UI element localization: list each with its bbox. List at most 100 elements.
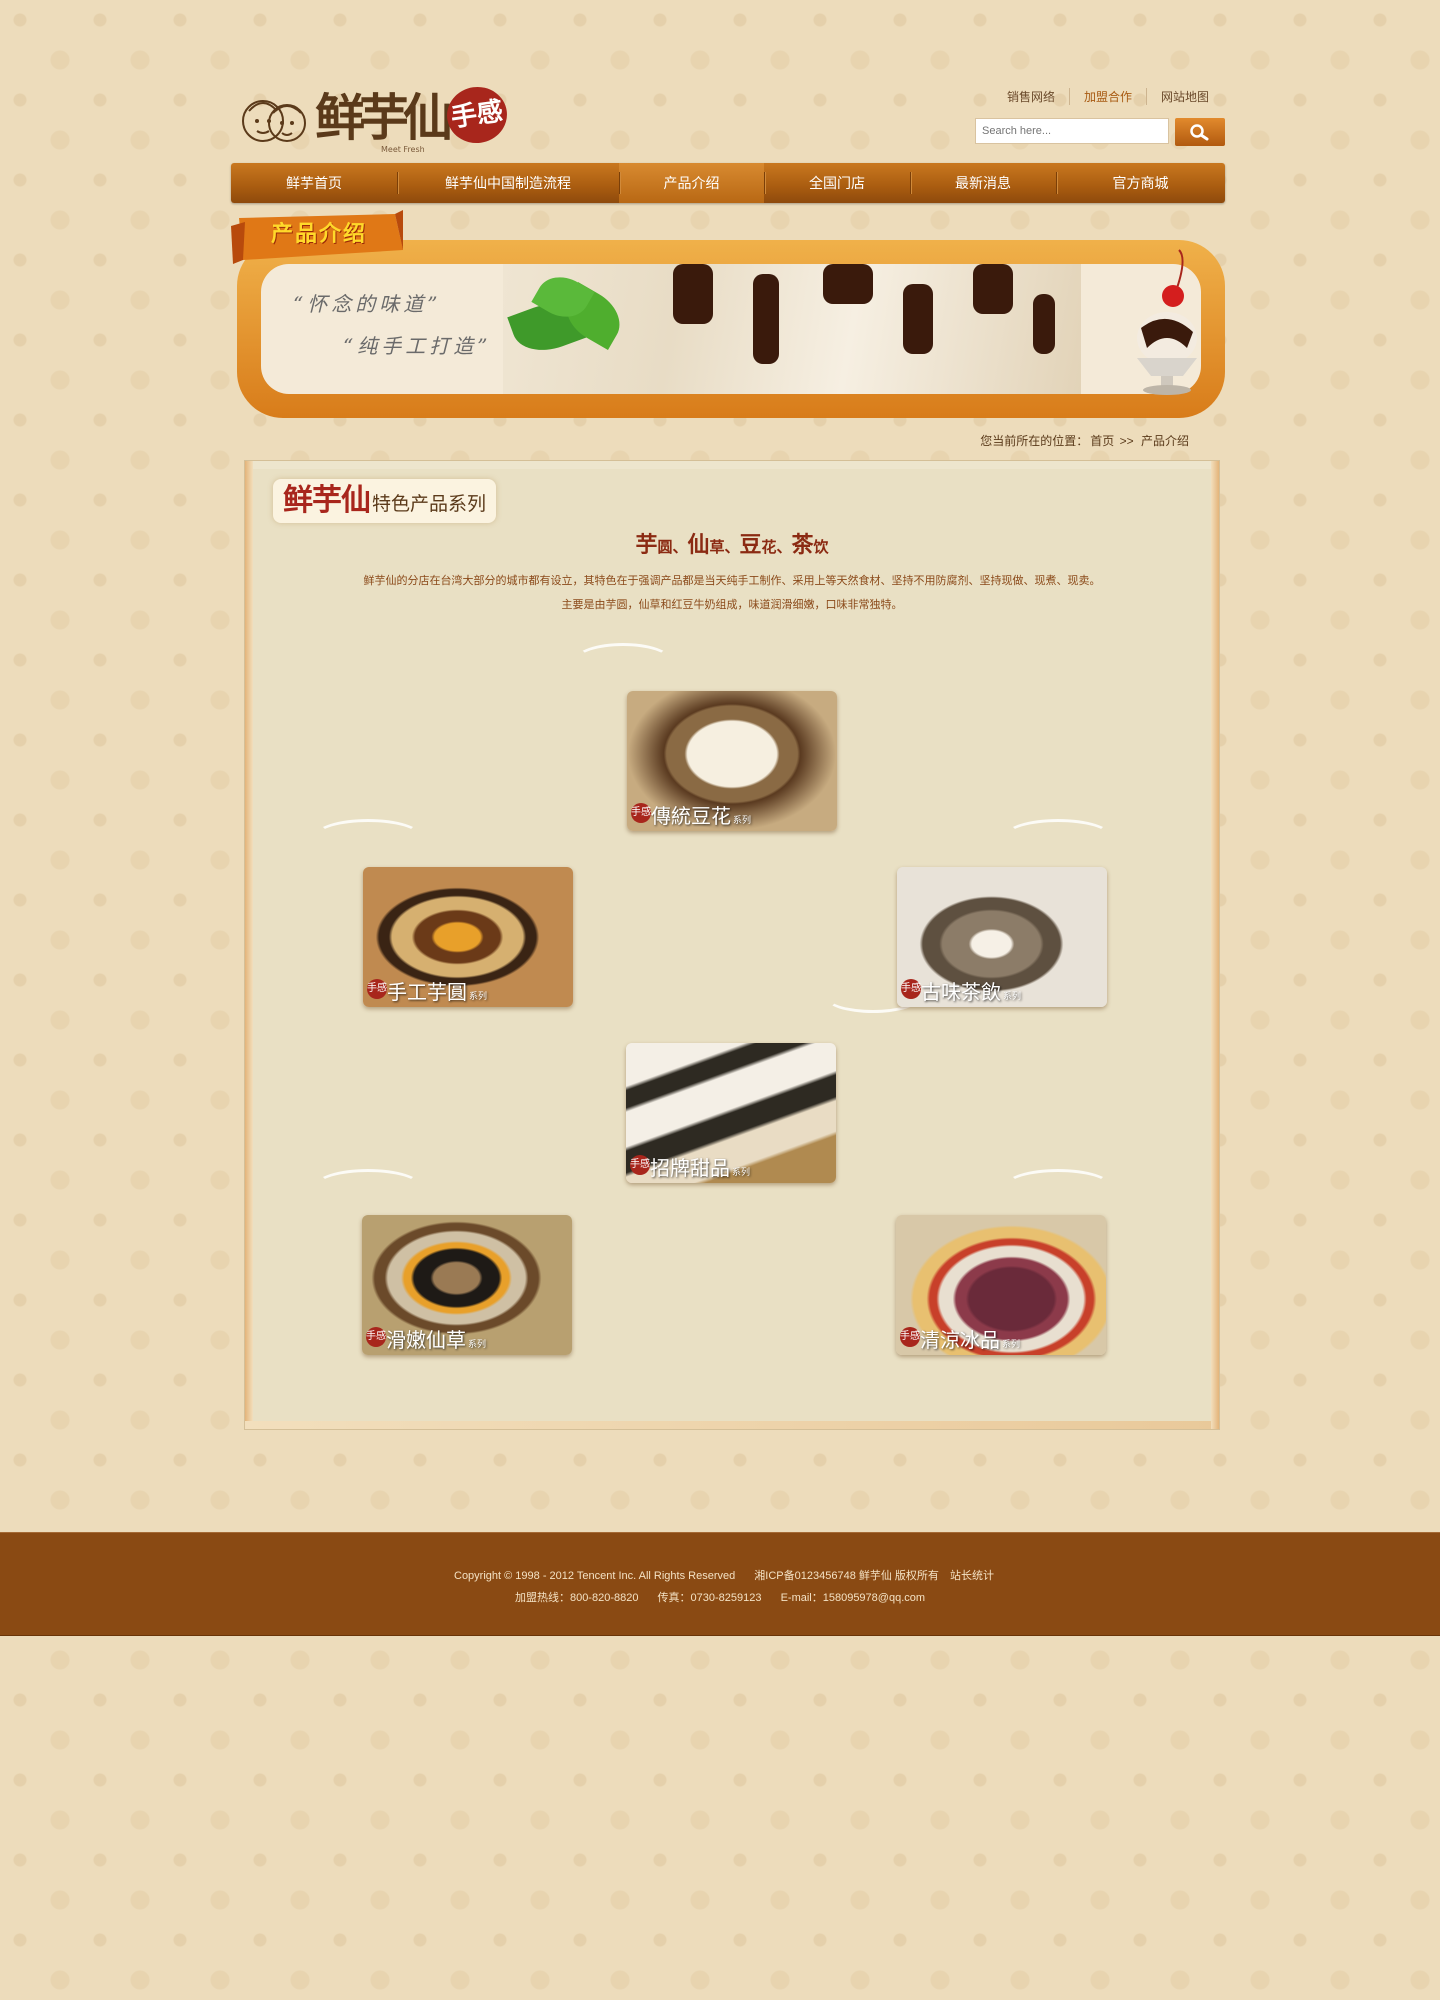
nav-home[interactable]: 鲜芋首页 [231,163,397,203]
section-title: 鲜芋仙 特色产品系列 [273,479,497,523]
banner-slogan-1: “怀念的味道” [293,292,442,316]
product-label: 清涼冰品 系列 [920,1324,1020,1353]
banner-slogan-2: “纯手工打造” [343,334,492,358]
search-box [975,118,1225,146]
top-links: 销售网络 加盟合作 网站地图 [993,88,1223,105]
handmade-seal: 手感 [631,803,651,823]
section-title-brand: 鲜芋仙 [283,483,371,518]
main-nav: 鲜芋首页 鲜芋仙中国制造流程 产品介绍 全国门店 最新消息 官方商城 [231,163,1225,203]
section-description: 鲜芋仙的分店在台湾大部分的城市都有设立，其特色在于强调产品都是当天纯手工制作、采… [245,569,1219,617]
logo-subtext: Meet Fresh [381,145,425,154]
nav-news[interactable]: 最新消息 [910,163,1056,203]
site-logo[interactable]: 鲜芋仙 Meet Fresh 手感 [239,83,511,161]
chocolate-drizzle [823,264,873,304]
grandparents-icon [242,100,306,142]
product-card-taro-ball[interactable]: 手感 手工芋圓 系列 [363,867,573,1007]
logo-text: 鲜芋仙 [315,88,453,147]
breadcrumb-current: 产品介绍 [1140,434,1189,448]
banner-dessert-image [503,264,1081,394]
footer-icp: 湘ICP备0123456748 鲜芋仙 版权所有 [754,1570,939,1582]
subtitle-char: 芋 [635,532,658,558]
footer-hotline: 加盟热线：800-820-8820 [514,1592,639,1604]
search-input[interactable] [975,118,1169,144]
chocolate-drizzle [673,264,713,324]
product-panel: 鲜芋仙 特色产品系列 芋圆、仙草、豆花、茶饮 鲜芋仙的分店在台湾大部分的城市都有… [244,460,1220,1430]
breadcrumb: 您当前所在的位置： 首页 >> 产品介绍 [978,432,1191,449]
handmade-seal: 手感 [901,979,921,999]
search-button[interactable] [1175,118,1225,146]
product-label: 滑嫩仙草 系列 [386,1324,486,1353]
chocolate-drizzle [903,284,933,354]
toplink-franchise[interactable]: 加盟合作 [1068,88,1146,105]
product-suffix: 系列 [469,992,488,1002]
steam-swirl [1005,819,1111,853]
handmade-seal: 手感 [366,1327,386,1347]
product-card-signature-dessert[interactable]: 手感 招牌甜品 系列 [626,1043,836,1183]
product-card-grass-jelly[interactable]: 手感 滑嫩仙草 系列 [362,1215,572,1355]
subtitle-char: 草、 [709,538,740,556]
breadcrumb-separator: >> [1119,434,1134,448]
footer-copyright: Copyright © 1998 - 2012 Tencent Inc. All… [454,1570,736,1582]
product-label: 手工芋圓 系列 [387,976,487,1005]
breadcrumb-home[interactable]: 首页 [1090,434,1114,448]
description-line-1: 鲜芋仙的分店在台湾大部分的城市都有设立，其特色在于强调产品都是当天纯手工制作、采… [363,575,1101,587]
steam-swirl [1005,1169,1111,1203]
steam-swirl [315,1169,421,1203]
product-suffix: 系列 [733,816,752,826]
product-name: 手工芋圓 [387,980,467,1004]
nav-stores[interactable]: 全国门店 [764,163,910,203]
product-name: 滑嫩仙草 [386,1328,466,1352]
subtitle-char: 圆、 [657,538,688,556]
product-name: 清涼冰品 [920,1328,1000,1352]
product-suffix: 系列 [1002,1340,1021,1350]
steam-swirl [575,643,671,677]
subtitle-char: 茶 [791,532,814,558]
product-suffix: 系列 [468,1340,487,1350]
chocolate-drizzle [753,274,779,364]
chocolate-drizzle [973,264,1013,314]
product-suffix: 系列 [732,1168,751,1178]
panel-bottom-edge [245,1421,1219,1429]
handmade-seal: 手感 [900,1327,920,1347]
ribbon-label: 产品介绍 [271,222,368,247]
nav-process[interactable]: 鲜芋仙中国制造流程 [397,163,619,203]
product-suffix: 系列 [1003,992,1022,1002]
handmade-seal: 手感 [367,979,387,999]
product-name: 招牌甜品 [650,1156,730,1180]
section-title-text: 特色产品系列 [372,493,487,515]
product-name: 傳統豆花 [651,804,731,828]
subtitle-char: 仙 [687,532,710,558]
banner-inner: “怀念的味道” “纯手工打造” [261,264,1201,394]
subtitle-char: 豆 [739,532,762,558]
handmade-seal: 手感 [630,1155,650,1175]
site-footer: Copyright © 1998 - 2012 Tencent Inc. All… [0,1532,1440,1636]
subtitle-char: 饮 [813,538,829,556]
footer-line-2: 加盟热线：800-820-8820 传真：0730-8259123 E-mail… [0,1589,1440,1605]
nav-products[interactable]: 产品介绍 [619,163,764,203]
product-card-douhua[interactable]: 手感 傳統豆花 系列 [627,691,837,831]
sundae-cup-icon [1137,249,1197,395]
page-wrapper: 鲜芋仙 Meet Fresh 手感 销售网络 加盟合作 网站地图 鲜芋首页 鲜芋… [231,0,1225,1430]
product-name: 古味茶飲 [921,980,1001,1004]
product-card-tea[interactable]: 手感 古味茶飲 系列 [897,867,1107,1007]
banner: “怀念的味道” “纯手工打造” 产品介绍 [231,210,1225,420]
search-icon [1190,124,1209,141]
product-label: 古味茶飲 系列 [921,976,1021,1005]
footer-email: E-mail：158095978@qq.com [780,1592,926,1604]
description-line-2: 主要是由芋圆，仙草和红豆牛奶组成，味道润滑细嫩，口味非常独特。 [561,599,903,611]
footer-stats-link[interactable]: 站长统计 [950,1570,994,1582]
product-label: 傳統豆花 系列 [651,800,751,829]
nav-shop[interactable]: 官方商城 [1056,163,1225,203]
toplink-sitemap[interactable]: 网站地图 [1145,88,1223,105]
product-card-shaved-ice[interactable]: 手感 清涼冰品 系列 [896,1215,1106,1355]
section-subtitle: 芋圆、仙草、豆花、茶饮 [245,527,1219,559]
footer-line-1: Copyright © 1998 - 2012 Tencent Inc. All… [0,1567,1440,1583]
chocolate-drizzle [1033,294,1055,354]
footer-fax: 传真：0730-8259123 [657,1592,762,1604]
logo-seal: 手感 [443,83,511,147]
product-label: 招牌甜品 系列 [650,1152,750,1181]
toplink-sales-network[interactable]: 销售网络 [993,88,1069,105]
subtitle-char: 花、 [761,538,792,556]
steam-swirl [315,819,421,853]
breadcrumb-prefix: 您当前所在的位置： [980,434,1089,448]
